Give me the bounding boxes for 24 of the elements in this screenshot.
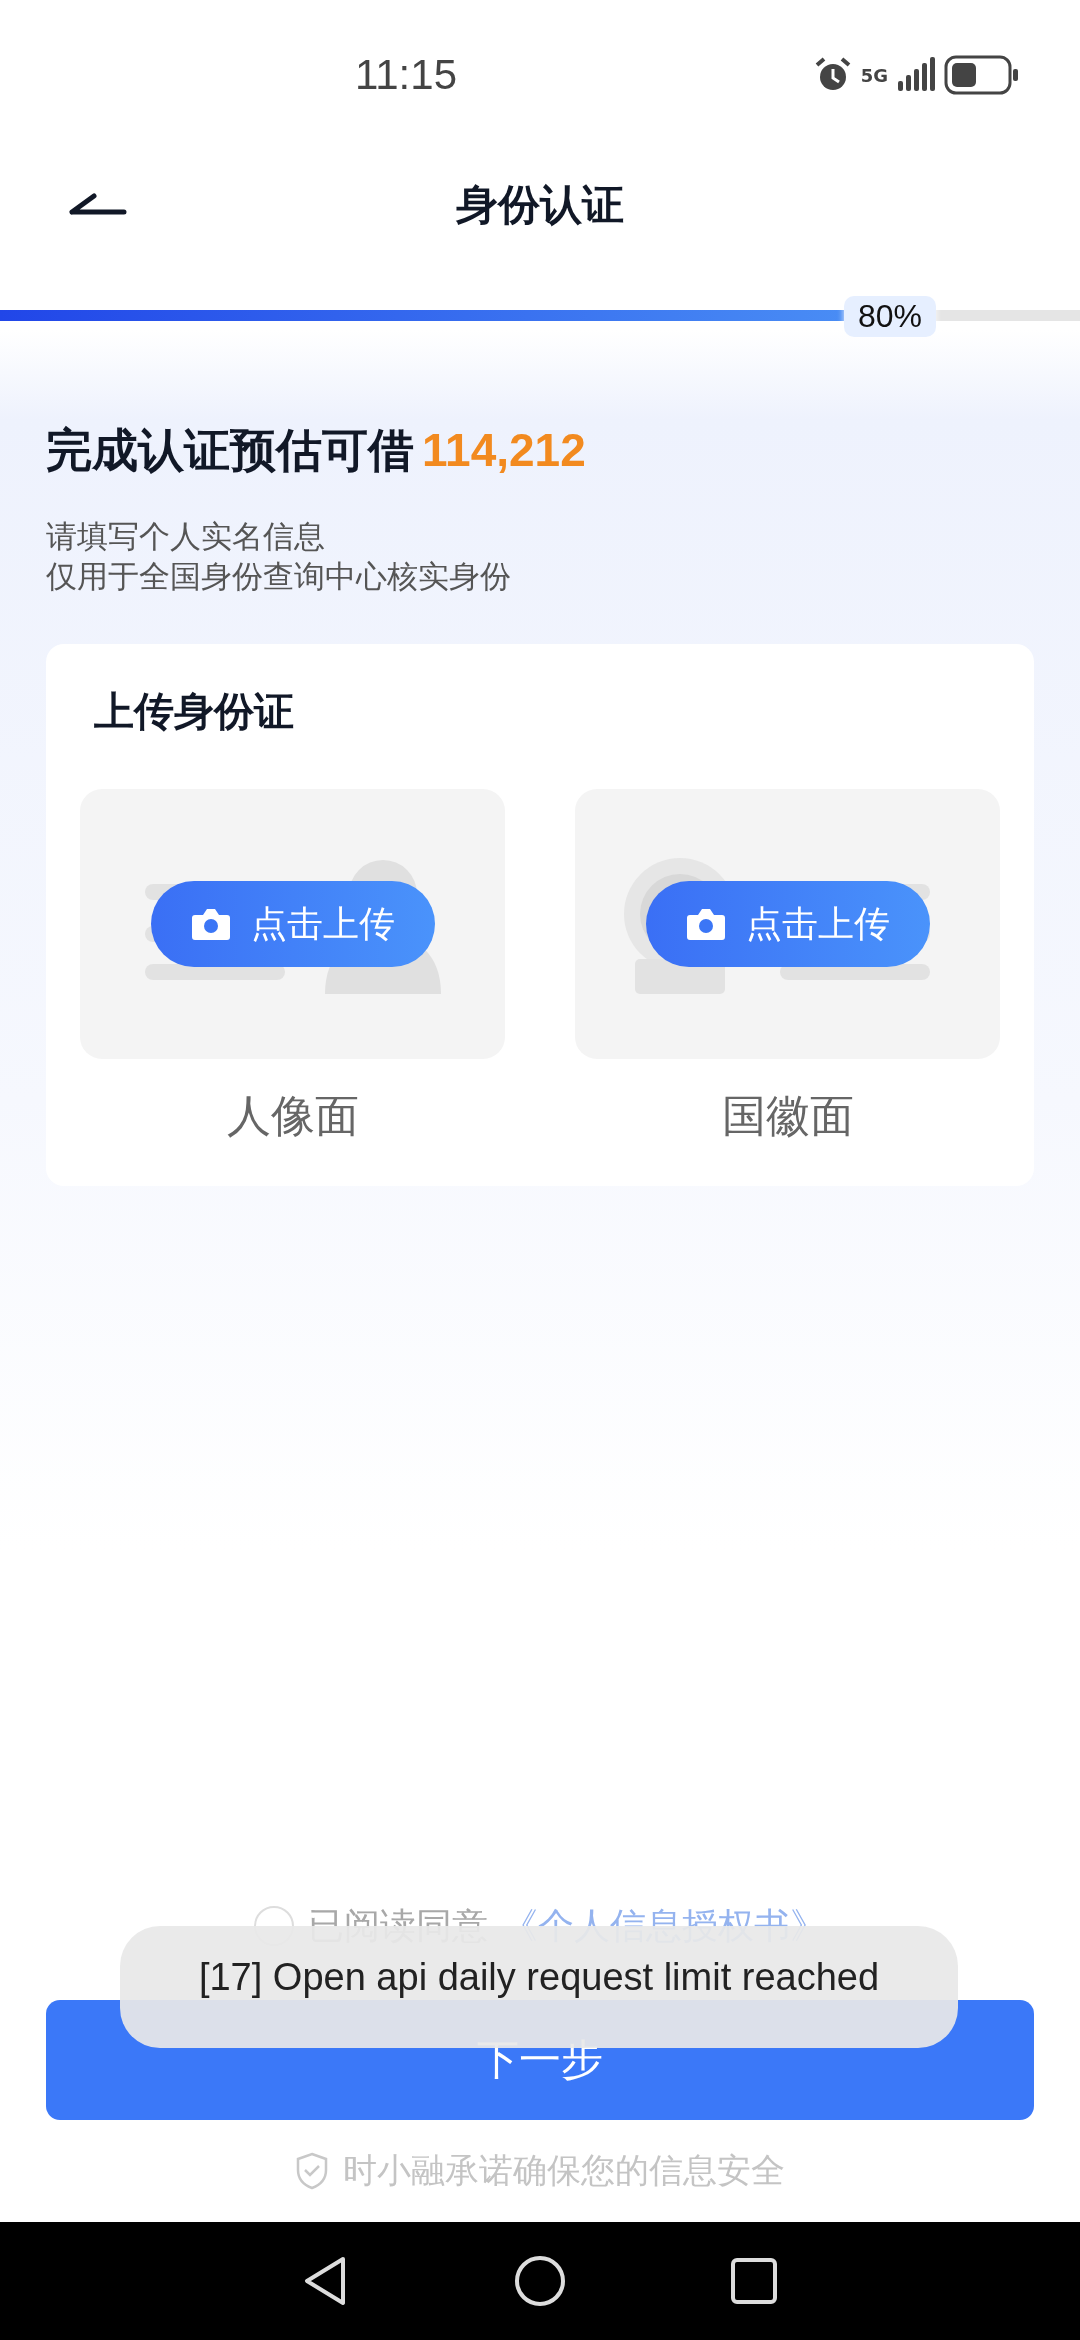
signal-icon <box>896 57 936 93</box>
side-label: 人像面 <box>226 1089 359 1143</box>
info-text: 仅用于全国身份查询中心核实身份 <box>46 557 512 596</box>
page-title: 身份认证 <box>456 179 624 231</box>
upload-button[interactable]: 点击上传 <box>645 881 930 967</box>
info-text: 请填写个人实名信息 <box>46 517 326 556</box>
security-note: 时小融承诺确保您的信息安全 <box>343 2149 785 2192</box>
status-time: 11:15 <box>355 51 457 99</box>
id-upload-area[interactable]: 点击上传 <box>575 789 1000 1059</box>
battery-icon <box>944 55 1020 95</box>
progress-percent: 80% <box>844 296 937 337</box>
camera-icon <box>685 907 726 941</box>
back-icon[interactable] <box>68 192 128 216</box>
agreement-text: 已阅读同意 <box>308 1903 488 1948</box>
loan-estimate-heading: 完成认证预估可借 114,212 <box>46 422 587 479</box>
camera-icon <box>190 907 231 941</box>
upload-button[interactable]: 点击上传 <box>150 881 435 967</box>
home-nav-icon[interactable] <box>514 2255 566 2307</box>
shield-icon <box>295 2152 329 2190</box>
id-upload-area[interactable]: 点击上传 <box>80 789 505 1059</box>
card-title: 上传身份证 <box>94 687 295 736</box>
recents-nav-icon[interactable] <box>731 2258 778 2304</box>
network-type: 5G <box>860 64 888 86</box>
side-label: 国徽面 <box>721 1089 854 1143</box>
